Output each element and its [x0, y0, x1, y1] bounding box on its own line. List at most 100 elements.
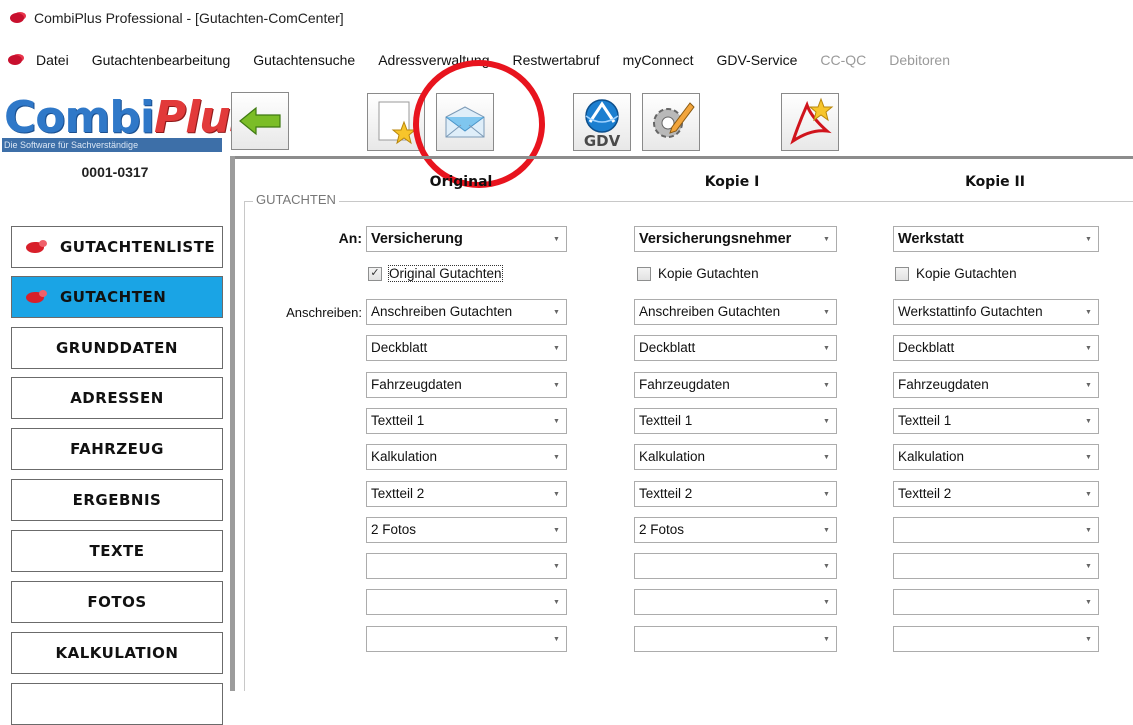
chevron-down-icon[interactable]: ▼ — [1078, 409, 1098, 433]
chevron-down-icon[interactable]: ▼ — [546, 409, 566, 433]
chevron-down-icon[interactable]: ▼ — [816, 227, 836, 251]
nav-grunddaten[interactable]: GRUNDDATEN — [11, 327, 223, 369]
content-top-border — [230, 156, 1133, 159]
document-select-original[interactable]: Textteil 1 ▼ — [366, 408, 567, 434]
recipient-select-original[interactable]: Versicherung ▼ — [366, 226, 567, 252]
menu-gutachtensuche[interactable]: Gutachtensuche — [253, 52, 355, 68]
pdf-star-icon — [790, 97, 834, 145]
chevron-down-icon[interactable]: ▼ — [546, 554, 566, 578]
chevron-down-icon[interactable]: ▼ — [816, 482, 836, 506]
document-select-original[interactable]: Deckblatt ▼ — [366, 335, 567, 361]
checkbox-kopie-1-gutachten[interactable]: Kopie Gutachten — [637, 266, 759, 281]
document-select-original[interactable]: 2 Fotos ▼ — [366, 517, 567, 543]
chevron-down-icon[interactable]: ▼ — [816, 300, 836, 324]
nav-fahrzeug[interactable]: FAHRZEUG — [11, 428, 223, 470]
chevron-down-icon[interactable]: ▼ — [816, 445, 836, 469]
document-select-kopie-2[interactable]: Werkstattinfo Gutachten ▼ — [893, 299, 1099, 325]
recipient-select-kopie-1[interactable]: Versicherungsnehmer ▼ — [634, 226, 837, 252]
document-select-kopie-2[interactable]: Deckblatt ▼ — [893, 335, 1099, 361]
document-select-original[interactable]: Kalkulation ▼ — [366, 444, 567, 470]
chevron-down-icon[interactable]: ▼ — [546, 445, 566, 469]
document-select-kopie-1[interactable]: ▼ — [634, 553, 837, 579]
document-select-kopie-1[interactable]: Kalkulation ▼ — [634, 444, 837, 470]
chevron-down-icon[interactable]: ▼ — [1078, 373, 1098, 397]
menu-gutachtenbearbeitung[interactable]: Gutachtenbearbeitung — [92, 52, 231, 68]
document-select-kopie-1[interactable]: ▼ — [634, 626, 837, 652]
chevron-down-icon[interactable]: ▼ — [546, 518, 566, 542]
chevron-down-icon[interactable]: ▼ — [1078, 482, 1098, 506]
chevron-down-icon[interactable]: ▼ — [816, 590, 836, 614]
chevron-down-icon[interactable]: ▼ — [546, 336, 566, 360]
chevron-down-icon[interactable]: ▼ — [546, 590, 566, 614]
nav-texte[interactable]: TEXTE — [11, 530, 223, 572]
document-select-kopie-2[interactable]: ▼ — [893, 517, 1099, 543]
nav-gutachten[interactable]: GUTACHTEN — [11, 276, 223, 318]
checkbox-checked[interactable]: ✓ — [368, 266, 382, 281]
svg-text:GDV: GDV — [584, 132, 621, 148]
nav-more[interactable] — [11, 683, 223, 725]
nav-adressen[interactable]: ADRESSEN — [11, 377, 223, 419]
document-select-original[interactable]: Anschreiben Gutachten ▼ — [366, 299, 567, 325]
settings-button[interactable] — [642, 93, 700, 151]
recipient-select-kopie-2[interactable]: Werkstatt ▼ — [893, 226, 1099, 252]
checkbox-unchecked[interactable] — [895, 266, 909, 281]
chevron-down-icon[interactable]: ▼ — [1078, 554, 1098, 578]
nav-ergebnis[interactable]: ERGEBNIS — [11, 479, 223, 521]
chevron-down-icon[interactable]: ▼ — [816, 336, 836, 360]
document-select-kopie-1[interactable]: Anschreiben Gutachten ▼ — [634, 299, 837, 325]
document-select-kopie-1[interactable]: Fahrzeugdaten ▼ — [634, 372, 837, 398]
system-menu-icon[interactable] — [8, 55, 22, 65]
nav-kalkulation[interactable]: KALKULATION — [11, 632, 223, 674]
document-select-original[interactable]: ▼ — [366, 553, 567, 579]
checkbox-kopie-2-gutachten[interactable]: Kopie Gutachten — [895, 266, 1017, 281]
document-select-kopie-2[interactable]: ▼ — [893, 626, 1099, 652]
document-select-kopie-2[interactable]: ▼ — [893, 589, 1099, 615]
chevron-down-icon[interactable]: ▼ — [546, 300, 566, 324]
column-header-original: Original — [429, 174, 493, 190]
chevron-down-icon[interactable]: ▼ — [1078, 227, 1098, 251]
chevron-down-icon[interactable]: ▼ — [546, 373, 566, 397]
document-select-original[interactable]: Textteil 2 ▼ — [366, 481, 567, 507]
chevron-down-icon[interactable]: ▼ — [1078, 336, 1098, 360]
nav-gutachtenliste[interactable]: GUTACHTENLISTE — [11, 226, 223, 268]
document-select-kopie-2[interactable]: Fahrzeugdaten ▼ — [893, 372, 1099, 398]
document-select-kopie-1[interactable]: Textteil 1 ▼ — [634, 408, 837, 434]
document-select-kopie-1[interactable]: Deckblatt ▼ — [634, 335, 837, 361]
document-select-kopie-2[interactable]: Kalkulation ▼ — [893, 444, 1099, 470]
document-select-original[interactable]: ▼ — [366, 589, 567, 615]
menu-gdv-service[interactable]: GDV-Service — [716, 52, 797, 68]
chevron-down-icon[interactable]: ▼ — [816, 518, 836, 542]
chevron-down-icon[interactable]: ▼ — [546, 627, 566, 651]
chevron-down-icon[interactable]: ▼ — [1078, 300, 1098, 324]
chevron-down-icon[interactable]: ▼ — [1078, 590, 1098, 614]
menu-myconnect[interactable]: myConnect — [623, 52, 694, 68]
sidebar-divider — [230, 156, 235, 691]
chevron-down-icon[interactable]: ▼ — [546, 227, 566, 251]
chevron-down-icon[interactable]: ▼ — [1078, 445, 1098, 469]
document-select-kopie-2[interactable]: Textteil 2 ▼ — [893, 481, 1099, 507]
chevron-down-icon[interactable]: ▼ — [546, 482, 566, 506]
back-button[interactable] — [231, 92, 289, 150]
document-select-kopie-2[interactable]: Textteil 1 ▼ — [893, 408, 1099, 434]
pdf-button[interactable] — [781, 93, 839, 151]
chevron-down-icon[interactable]: ▼ — [1078, 518, 1098, 542]
document-select-kopie-1[interactable]: 2 Fotos ▼ — [634, 517, 837, 543]
chevron-down-icon[interactable]: ▼ — [816, 409, 836, 433]
chevron-down-icon[interactable]: ▼ — [816, 554, 836, 578]
document-select-kopie-2[interactable]: ▼ — [893, 553, 1099, 579]
menu-restwertabruf[interactable]: Restwertabruf — [513, 52, 600, 68]
window-title: CombiPlus Professional - [Gutachten-ComC… — [34, 10, 344, 26]
document-select-original[interactable]: Fahrzeugdaten ▼ — [366, 372, 567, 398]
case-id: 0001-0317 — [81, 164, 149, 180]
document-select-kopie-1[interactable]: ▼ — [634, 589, 837, 615]
chevron-down-icon[interactable]: ▼ — [816, 627, 836, 651]
document-select-kopie-1[interactable]: Textteil 2 ▼ — [634, 481, 837, 507]
document-select-original[interactable]: ▼ — [366, 626, 567, 652]
chevron-down-icon[interactable]: ▼ — [816, 373, 836, 397]
checkbox-unchecked[interactable] — [637, 266, 651, 281]
chevron-down-icon[interactable]: ▼ — [1078, 627, 1098, 651]
gdv-button[interactable]: GDV — [573, 93, 631, 151]
menu-datei[interactable]: Datei — [36, 52, 69, 68]
checkbox-original-gutachten[interactable]: ✓ Original Gutachten — [368, 265, 503, 282]
nav-fotos[interactable]: FOTOS — [11, 581, 223, 623]
